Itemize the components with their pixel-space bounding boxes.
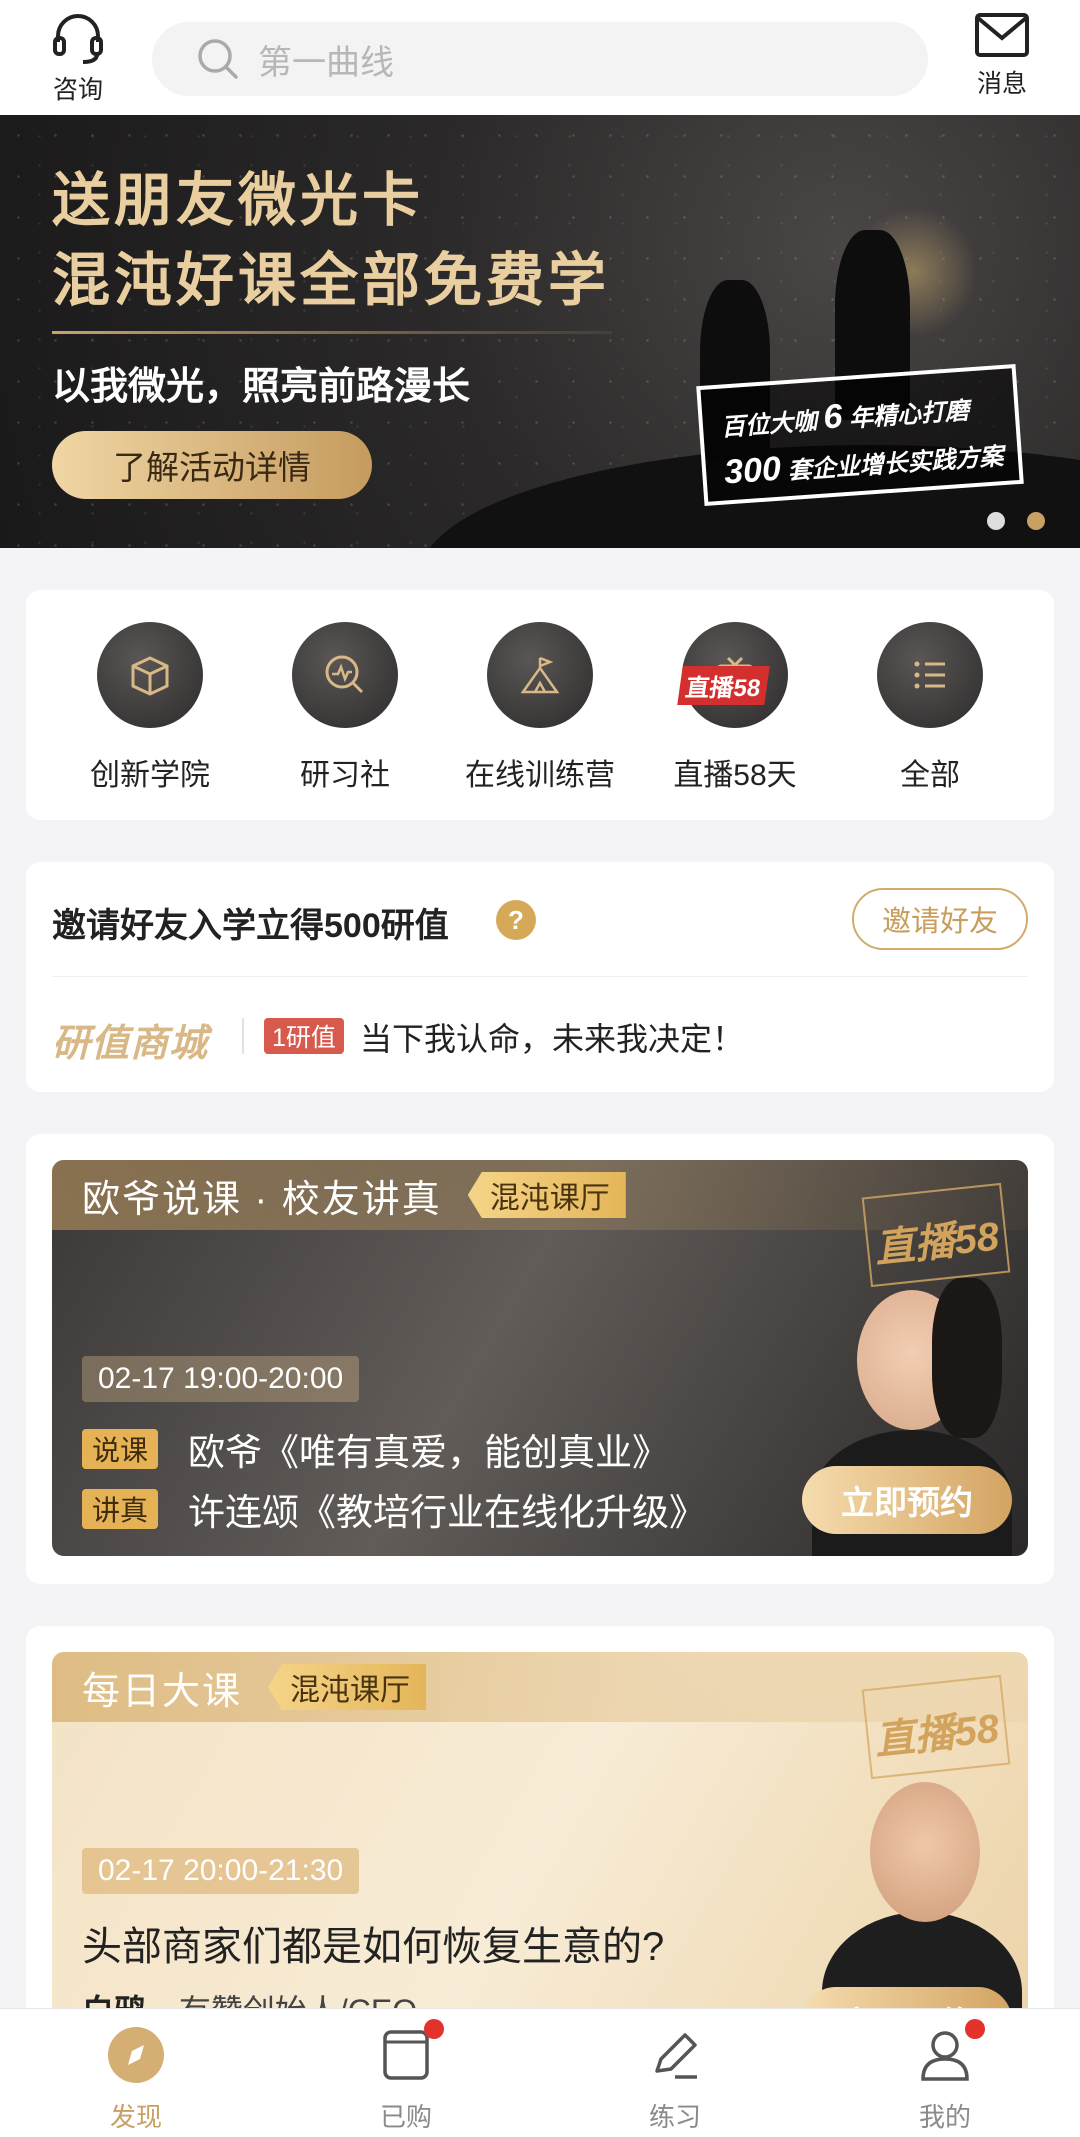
- tab-purchased[interactable]: 已购: [336, 2019, 476, 2134]
- line-text: 欧爷《唯有真爱，能创真业》: [188, 1432, 670, 1473]
- mall-slogan[interactable]: 当下我认命，未来我决定！: [360, 1014, 744, 1060]
- course-header-tag: 混沌课厅: [268, 1664, 427, 1710]
- mall-price-badge: 1研值: [264, 1018, 344, 1054]
- banner-slogan-box: 百位大咖 6 年精心打磨 300 套企业增长实践方案: [696, 363, 1024, 507]
- mall-logo[interactable]: 研值商城: [52, 1012, 208, 1067]
- tab-icon-wrap: [643, 2023, 707, 2087]
- help-icon[interactable]: ?: [496, 900, 536, 940]
- category-icon-circle: [97, 622, 203, 728]
- pencil-icon: [655, 2033, 697, 2079]
- live-stamp-badge: 直播58: [861, 1182, 1011, 1288]
- line-tag: 讲真: [82, 1489, 159, 1529]
- tab-practice[interactable]: 练习: [605, 2023, 745, 2134]
- category-icon-circle: [487, 622, 593, 728]
- badge-dot: [965, 2019, 985, 2039]
- slogan-text-1: 百位大咖: [720, 408, 818, 442]
- course-banner-1[interactable]: 欧爷说课 · 校友讲真 混沌课厅 直播58 02-17 19:00-20:00 …: [52, 1160, 1028, 1556]
- category-label: 直播58天: [673, 759, 797, 792]
- mail-icon: [975, 13, 1029, 57]
- category-online-camp[interactable]: 在线训练营: [450, 622, 630, 794]
- carousel-indicator: [987, 512, 1045, 530]
- tab-label: 已购: [379, 2102, 432, 2132]
- book-icon: [383, 2030, 429, 2080]
- banner-divider: [52, 331, 612, 334]
- promo-banner[interactable]: 送朋友微光卡 混沌好课全部免费学 以我微光，照亮前路漫长 了解活动详情 百位大咖…: [0, 115, 1080, 548]
- slogan-num-2: 300: [722, 449, 783, 492]
- banner-detail-button[interactable]: 了解活动详情: [52, 431, 372, 499]
- speaker-hair: [932, 1278, 1002, 1438]
- slogan-text-2: 年精心打磨: [848, 397, 970, 433]
- tab-label: 练习: [648, 2102, 701, 2132]
- message-label: 消息: [976, 70, 1027, 98]
- line-tag: 说课: [82, 1429, 159, 1469]
- list-icon: [914, 661, 945, 689]
- category-card: 创新学院 研习社 在线训练营 直播58 直播58天 全部: [26, 590, 1054, 820]
- category-icon-circle: 直播58: [677, 622, 788, 728]
- category-innovation-college[interactable]: 创新学院: [60, 622, 240, 794]
- category-label: 创新学院: [90, 759, 210, 792]
- course-time: 02-17 20:00-21:30: [82, 1848, 360, 1894]
- search-placeholder: 第一曲线: [258, 43, 394, 82]
- live-58-tag: 直播58: [677, 666, 770, 705]
- carousel-dot-active[interactable]: [1027, 512, 1045, 530]
- divider: [52, 976, 1028, 977]
- bottom-tab-bar: 发现 已购 练习 我的: [0, 2008, 1080, 2137]
- course-banner-2[interactable]: 每日大课 混沌课厅 直播58 02-17 20:00-21:30 头部商家们都是…: [52, 1652, 1028, 2052]
- banner-title-line2: 混沌好课全部免费学: [52, 248, 611, 313]
- headset-icon: [53, 14, 103, 64]
- line-text: 许连颂《教培行业在线化升级》: [188, 1492, 707, 1533]
- tab-icon-wrap: [374, 2019, 444, 2087]
- invite-card: 邀请好友入学立得500研值 ? 邀请好友 研值商城 1研值 当下我认命，未来我决…: [26, 862, 1054, 1092]
- search-icon: [198, 39, 238, 79]
- live-stamp-badge: 直播58: [861, 1674, 1011, 1780]
- badge-dot: [424, 2019, 444, 2039]
- category-all[interactable]: 全部: [840, 622, 1020, 794]
- consult-label: 咨询: [52, 76, 103, 104]
- tab-icon-wrap: [913, 2019, 985, 2087]
- course-time: 02-17 19:00-20:00: [82, 1356, 360, 1402]
- course-card-1: 欧爷说课 · 校友讲真 混沌课厅 直播58 02-17 19:00-20:00 …: [26, 1134, 1054, 1584]
- search-bar[interactable]: 第一曲线: [152, 22, 928, 96]
- search-chart-icon: [325, 655, 364, 694]
- top-header: 咨询 第一曲线 消息: [0, 0, 1080, 115]
- reserve-button[interactable]: 立即预约: [802, 1466, 1012, 1534]
- carousel-dot[interactable]: [987, 512, 1005, 530]
- course-title: 头部商家们都是如何恢复生意的?: [82, 1925, 665, 1969]
- category-label: 在线训练营: [465, 759, 615, 792]
- slogan-text-3: 套企业增长实践方案: [786, 443, 1005, 486]
- tab-discover[interactable]: 发现: [66, 2023, 206, 2134]
- slogan-num-1: 6: [822, 397, 844, 437]
- course-line-2: 讲真 许连颂《教培行业在线化升级》: [82, 1482, 706, 1536]
- compass-icon: [108, 2027, 164, 2083]
- invite-friend-button[interactable]: 邀请好友: [852, 888, 1028, 950]
- category-label: 全部: [900, 759, 960, 792]
- course-line-1: 说课 欧爷《唯有真爱，能创真业》: [82, 1422, 669, 1476]
- flag-tent-icon: [520, 656, 560, 694]
- tab-label: 发现: [109, 2102, 162, 2132]
- category-icon-circle: [877, 622, 983, 728]
- tab-icon-wrap: [104, 2023, 168, 2087]
- course-header-title: 每日大课: [82, 1670, 243, 1713]
- course-card-2: 每日大课 混沌课厅 直播58 02-17 20:00-21:30 头部商家们都是…: [26, 1626, 1054, 2052]
- category-label: 研习社: [300, 759, 390, 792]
- user-icon: [921, 2031, 969, 2081]
- box-icon: [131, 656, 169, 696]
- tab-mine[interactable]: 我的: [875, 2019, 1015, 2134]
- invite-title: 邀请好友入学立得500研值: [52, 907, 449, 945]
- category-icon-circle: [292, 622, 398, 728]
- banner-subtitle: 以我微光，照亮前路漫长: [52, 366, 471, 408]
- category-study-club[interactable]: 研习社: [255, 622, 435, 794]
- speaker-photo: [870, 1782, 980, 1922]
- divider: [242, 1018, 244, 1054]
- category-live-58-days[interactable]: 直播58 直播58天: [645, 622, 825, 794]
- course-header-title: 欧爷说课 · 校友讲真: [82, 1178, 442, 1221]
- course-header-tag: 混沌课厅: [467, 1172, 626, 1218]
- consult-button[interactable]: 咨询: [28, 10, 128, 110]
- message-button[interactable]: 消息: [952, 10, 1052, 110]
- tab-label: 我的: [918, 2102, 971, 2132]
- banner-title-line1: 送朋友微光卡: [52, 168, 425, 233]
